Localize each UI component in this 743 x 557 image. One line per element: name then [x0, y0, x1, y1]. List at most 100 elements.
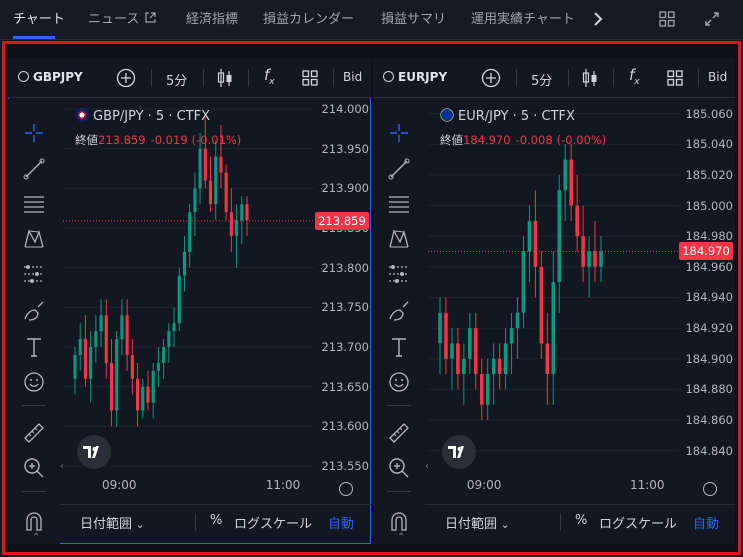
chart-legend[interactable]: GBP/JPY · 5 · CTFX: [75, 108, 210, 124]
bid-button[interactable]: Bid: [343, 70, 362, 84]
indicators-button[interactable]: fx: [629, 66, 640, 87]
pattern-icon[interactable]: [22, 227, 46, 251]
price-axis-label: 184.860: [685, 413, 733, 428]
templates-grid-icon[interactable]: [302, 70, 318, 90]
time-axis[interactable]: 09:00 11:00: [428, 478, 679, 498]
candle: [569, 144, 573, 221]
compare-add-icon[interactable]: [481, 68, 501, 92]
chart-bottom-bar: 日付範囲 ⌄% ログスケール 自動: [60, 504, 371, 538]
interval-button[interactable]: 5分: [166, 70, 187, 89]
magnet-icon[interactable]: [387, 509, 411, 533]
tradingview-logo[interactable]: [77, 435, 111, 469]
expand-icon[interactable]: ⌃: [32, 532, 40, 543]
auto-scale-button[interactable]: 自動: [328, 513, 354, 532]
expand-icon[interactable]: ⌃: [397, 532, 405, 543]
fullscreen-icon[interactable]: [704, 11, 720, 31]
candle-body: [94, 331, 98, 347]
tab-pnl-summary[interactable]: 損益サマリ: [381, 0, 446, 40]
zoom-icon[interactable]: [387, 456, 411, 480]
candle: [581, 205, 585, 283]
ruler-icon[interactable]: [387, 421, 411, 445]
magnet-icon[interactable]: [22, 509, 46, 533]
symbol-name: EURJPY: [398, 70, 448, 84]
candle: [224, 164, 228, 221]
grid-layout-icon[interactable]: [659, 11, 675, 31]
candles-type-icon[interactable]: [581, 68, 599, 92]
chevron-right-icon[interactable]: [592, 11, 604, 31]
toolbar-separator: [560, 513, 561, 531]
candle: [94, 315, 98, 363]
tab-economic-indicators[interactable]: 経済指標: [186, 0, 238, 40]
interval-button[interactable]: 5分: [531, 70, 552, 89]
top-navigation: チャート ニュース 経済指標 損益カレンダー 損益サマリ 運用実績チャート: [0, 0, 743, 40]
brush-icon[interactable]: [22, 299, 46, 323]
crosshair-icon[interactable]: [22, 121, 46, 145]
time-axis[interactable]: 09:00 11:00: [63, 478, 315, 498]
log-scale-button[interactable]: ログスケール: [599, 513, 677, 532]
tab-pnl-calendar[interactable]: 損益カレンダー: [263, 0, 354, 40]
price-chart-area[interactable]: [428, 99, 679, 468]
percent-scale-button[interactable]: %: [210, 513, 222, 528]
chart-legend[interactable]: EUR/JPY · 5 · CTFX: [440, 108, 575, 124]
candle-body: [198, 148, 202, 189]
search-icon: [18, 71, 29, 82]
candle-body: [533, 220, 538, 267]
price-axis-label: 214.000: [321, 102, 369, 116]
candle-body: [99, 315, 103, 332]
trend-line-icon[interactable]: [22, 157, 46, 181]
toolbar-separator: [151, 69, 152, 87]
toolbar-separator: [333, 69, 334, 87]
symbol-search[interactable]: EURJPY: [383, 70, 447, 84]
chart-pane-eurjpy[interactable]: EURJPY 5分 fx Bid ‹ ⌃ EUR/JPY · 5 · CTFX 終値184.9…: [373, 58, 735, 544]
price-axis-label: 184.840: [685, 443, 733, 458]
text-icon[interactable]: [387, 335, 411, 359]
candle-body: [214, 156, 218, 205]
price-axis-label: 185.040: [685, 137, 733, 152]
text-icon[interactable]: [22, 335, 46, 359]
chart-settings-icon[interactable]: [339, 482, 353, 496]
brush-icon[interactable]: [387, 299, 411, 323]
date-range-button[interactable]: 日付範囲 ⌄: [445, 513, 510, 532]
legend-close-values: 終値213.859 -0.019 (-0.01%): [75, 132, 241, 148]
candle-body: [479, 374, 484, 405]
candle-body: [245, 204, 249, 221]
candle: [497, 343, 502, 390]
compare-add-icon[interactable]: [116, 68, 136, 92]
tab-chart[interactable]: チャート: [13, 0, 65, 40]
candle-body: [527, 220, 532, 252]
ruler-icon[interactable]: [22, 421, 46, 445]
indicators-button[interactable]: fx: [264, 66, 275, 87]
symbol-search[interactable]: GBPJPY: [18, 70, 83, 84]
tab-news[interactable]: ニュース: [88, 0, 156, 40]
forecast-icon[interactable]: [22, 262, 46, 286]
tradingview-logo[interactable]: [442, 435, 476, 469]
candle: [73, 347, 77, 395]
crosshair-icon[interactable]: [387, 121, 411, 145]
candles-type-icon[interactable]: [216, 68, 234, 92]
bid-button[interactable]: Bid: [708, 70, 727, 84]
templates-grid-icon[interactable]: [667, 70, 683, 90]
candle-body: [188, 212, 192, 252]
forecast-icon[interactable]: [387, 262, 411, 286]
chart-settings-icon[interactable]: [703, 482, 717, 496]
emoji-icon[interactable]: [387, 370, 411, 394]
percent-scale-button[interactable]: %: [575, 513, 587, 528]
candle-body: [162, 347, 166, 363]
pattern-icon[interactable]: [387, 227, 411, 251]
fib-icon[interactable]: [22, 191, 46, 215]
zoom-icon[interactable]: [22, 456, 46, 480]
price-axis[interactable]: 214.000213.950213.900213.850213.800213.7…: [315, 99, 371, 473]
auto-scale-button[interactable]: 自動: [693, 513, 719, 532]
log-scale-button[interactable]: ログスケール: [234, 513, 312, 532]
tab-performance-chart[interactable]: 運用実績チャート: [471, 0, 575, 40]
chart-toolbar: GBPJPY 5分 fx Bid: [8, 58, 371, 98]
emoji-icon[interactable]: [22, 370, 46, 394]
candle-body: [219, 156, 223, 173]
date-range-button[interactable]: 日付範囲 ⌄: [80, 513, 145, 532]
fib-icon[interactable]: [387, 191, 411, 215]
price-axis[interactable]: 185.060 185.040 185.020 185.000 184.980 184.9…: [679, 99, 735, 468]
trend-line-icon[interactable]: [387, 157, 411, 181]
chart-pane-gbpjpy[interactable]: GBPJPY 5分 fx Bid ‹ ⌃ GBP/JPY · 5 · CTFX 終値213.8…: [8, 58, 371, 544]
price-chart-area[interactable]: [63, 99, 315, 468]
candle-body: [235, 220, 239, 236]
